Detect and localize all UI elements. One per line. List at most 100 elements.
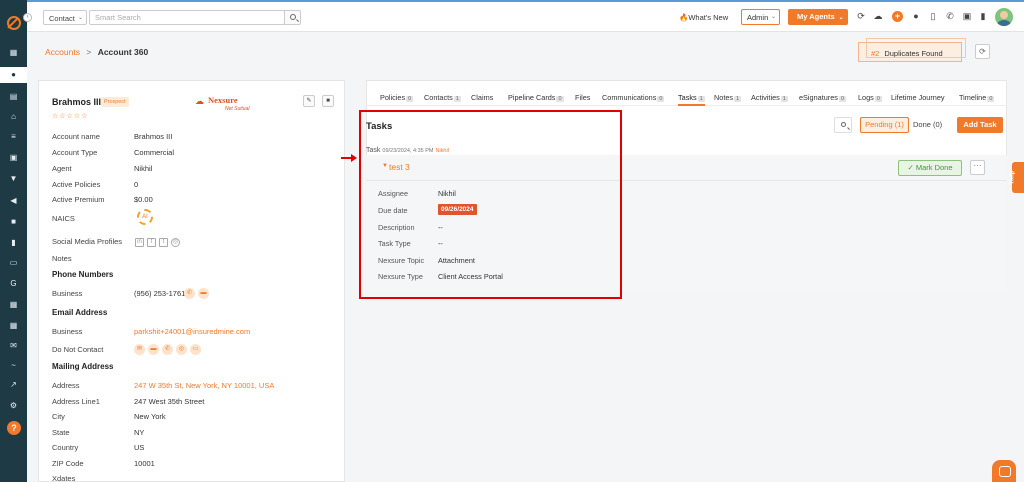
field-value: 0 — [134, 180, 139, 189]
calendar-icon[interactable]: ▦ — [8, 321, 19, 330]
store-icon[interactable]: ▦ — [8, 300, 19, 309]
sign-out-icon[interactable]: ▯ — [928, 11, 938, 21]
search-scope-value: Contact — [49, 14, 75, 23]
search-button[interactable] — [284, 10, 301, 25]
tab-esignatures[interactable]: eSignatures 0 — [799, 93, 847, 102]
tab-policies[interactable]: Policies 0 — [380, 93, 414, 102]
caret-down-icon[interactable]: ▼ — [382, 163, 388, 169]
twitter-icon[interactable]: t — [159, 238, 168, 247]
task-name[interactable]: test 3 — [389, 162, 410, 172]
task-row[interactable]: ▼ test 3 ✓ Mark Done ··· — [366, 155, 1007, 180]
chat-icon[interactable] — [992, 460, 1016, 482]
cloud-icon[interactable]: ☁ — [873, 11, 883, 21]
tab-files[interactable]: Files — [575, 93, 590, 102]
delete-account-button[interactable]: ■ — [322, 95, 334, 107]
zip-label: ZIP Code — [52, 459, 84, 468]
edit-account-button[interactable]: ✎ — [303, 95, 315, 107]
tab-claims[interactable]: Claims — [471, 93, 493, 102]
role-select-value: Admin — [747, 13, 769, 22]
voicemail-toggle-icon[interactable]: ◎ — [176, 344, 187, 355]
add-task-button[interactable]: Add Task — [957, 117, 1003, 133]
globe-icon[interactable]: ◎ — [171, 238, 180, 247]
tab-pipeline-cards[interactable]: Pipeline Cards 0 — [508, 93, 564, 102]
app-logo-icon[interactable] — [7, 16, 21, 30]
documents-icon[interactable]: ▤ — [8, 92, 19, 101]
tab-tasks[interactable]: Tasks 1 — [678, 93, 705, 106]
tab-label: eSignatures — [799, 93, 838, 102]
account-name-heading: Brahmos III — [52, 97, 102, 107]
search-scope-select[interactable]: Contact ⌄ — [43, 10, 87, 25]
call-toggle-icon[interactable]: ✆ — [162, 344, 173, 355]
list-icon[interactable]: ≡ — [8, 132, 19, 141]
email-toggle-icon[interactable]: ✉ — [134, 344, 145, 355]
sync-icon[interactable]: ⟳ — [856, 11, 866, 21]
contacts-icon[interactable]: ● — [0, 67, 27, 83]
calculator-icon[interactable]: ▮ — [978, 11, 988, 21]
task-creator[interactable]: Nikhil — [435, 148, 448, 154]
mail-icon[interactable]: ✉ — [8, 341, 19, 350]
done-filter-button[interactable]: Done (0) — [913, 118, 942, 132]
detail-value: Client Access Portal — [438, 272, 503, 281]
megaphone-icon[interactable]: ◀ — [8, 196, 19, 205]
dashboard-icon[interactable]: ▦ — [8, 48, 19, 57]
task-details: Assignee Nikhil Due date 09/26/2024 Desc… — [366, 180, 1007, 292]
address-value[interactable]: 247 W 35th St, New York, NY 10001, USA — [134, 381, 274, 390]
help-tab[interactable]: Help — [1009, 162, 1024, 193]
whats-new-link[interactable]: 🔥What's New — [679, 13, 728, 22]
notification-bell-icon[interactable]: ● — [911, 11, 921, 21]
linkedin-icon[interactable]: in — [135, 238, 144, 247]
naics-badge-icon[interactable]: AI — [137, 209, 153, 225]
tab-notes[interactable]: Notes 1 — [714, 93, 742, 102]
tab-lifetime-journey[interactable]: Lifetime Journey — [891, 93, 945, 102]
role-select[interactable]: Admin ⌄ — [741, 9, 780, 25]
institution-icon[interactable]: ⌂ — [8, 112, 19, 121]
phone-value: (956) 253-1761 — [134, 289, 186, 298]
breadcrumb-accounts-link[interactable]: Accounts — [45, 47, 80, 57]
my-agents-button[interactable]: My Agents ⌄ — [788, 9, 848, 25]
facebook-icon[interactable]: f — [147, 238, 156, 247]
zip-value: 10001 — [134, 459, 155, 468]
chip-icon[interactable]: ▣ — [962, 11, 972, 21]
contact-card-icon[interactable]: ▣ — [8, 153, 19, 162]
sms-toggle-icon[interactable]: ▬ — [148, 344, 159, 355]
mark-done-button[interactable]: ✓ Mark Done — [898, 160, 962, 176]
detail-value: Attachment — [438, 256, 475, 265]
user-avatar[interactable] — [995, 8, 1013, 26]
refresh-button[interactable]: ⟳ — [975, 44, 990, 59]
settings-gear-icon[interactable]: ⚙ — [8, 401, 19, 410]
tab-count: 1 — [780, 96, 788, 102]
analytics-icon[interactable]: ▮ — [8, 238, 19, 247]
phone-call-icon[interactable]: ✆ — [184, 288, 195, 299]
phone-icon[interactable]: ✆ — [945, 11, 955, 21]
handshake-icon[interactable]: ~ — [8, 361, 19, 370]
tab-contacts[interactable]: Contacts 1 — [424, 93, 461, 102]
folder-icon[interactable]: ▭ — [8, 258, 19, 267]
sidebar-collapse-button[interactable]: › — [23, 13, 32, 22]
briefcase-icon[interactable]: ■ — [8, 217, 19, 226]
rating-stars[interactable]: ☆☆☆☆☆ — [52, 112, 88, 120]
help-tab-label: Help — [1009, 170, 1016, 184]
google-icon[interactable]: G — [8, 279, 19, 288]
tab-timeline[interactable]: Timeline 0 — [959, 93, 995, 102]
tab-logs[interactable]: Logs 0 — [858, 93, 882, 102]
sms-icon[interactable]: ▬ — [198, 288, 209, 299]
quick-add-icon[interactable]: + — [892, 11, 903, 22]
line-chart-icon[interactable]: ↗ — [8, 380, 19, 389]
mail-toggle-icon[interactable]: ▭ — [190, 344, 201, 355]
help-icon[interactable]: ? — [7, 421, 21, 435]
tab-count: 0 — [657, 96, 665, 102]
smart-search-input[interactable] — [89, 10, 285, 25]
tab-label: Files — [575, 93, 591, 102]
pending-filter-button[interactable]: Pending (1) — [860, 117, 909, 133]
phone-actions: ✆ ▬ — [184, 287, 212, 299]
more-options-button[interactable]: ··· — [970, 160, 985, 175]
tab-label: Timeline — [959, 93, 987, 102]
email-value[interactable]: parkshit+24001@insuredmine.com — [134, 327, 250, 336]
filter-icon[interactable]: ▼ — [8, 174, 19, 183]
fire-icon: 🔥 — [679, 13, 689, 22]
cloud-icon: ☁ — [195, 96, 204, 106]
tab-activities[interactable]: Activities 1 — [751, 93, 788, 102]
duplicates-found-button[interactable]: #2 Duplicates Found — [858, 42, 962, 62]
tab-communications[interactable]: Communications 0 — [602, 93, 665, 102]
task-search-button[interactable] — [834, 117, 852, 133]
